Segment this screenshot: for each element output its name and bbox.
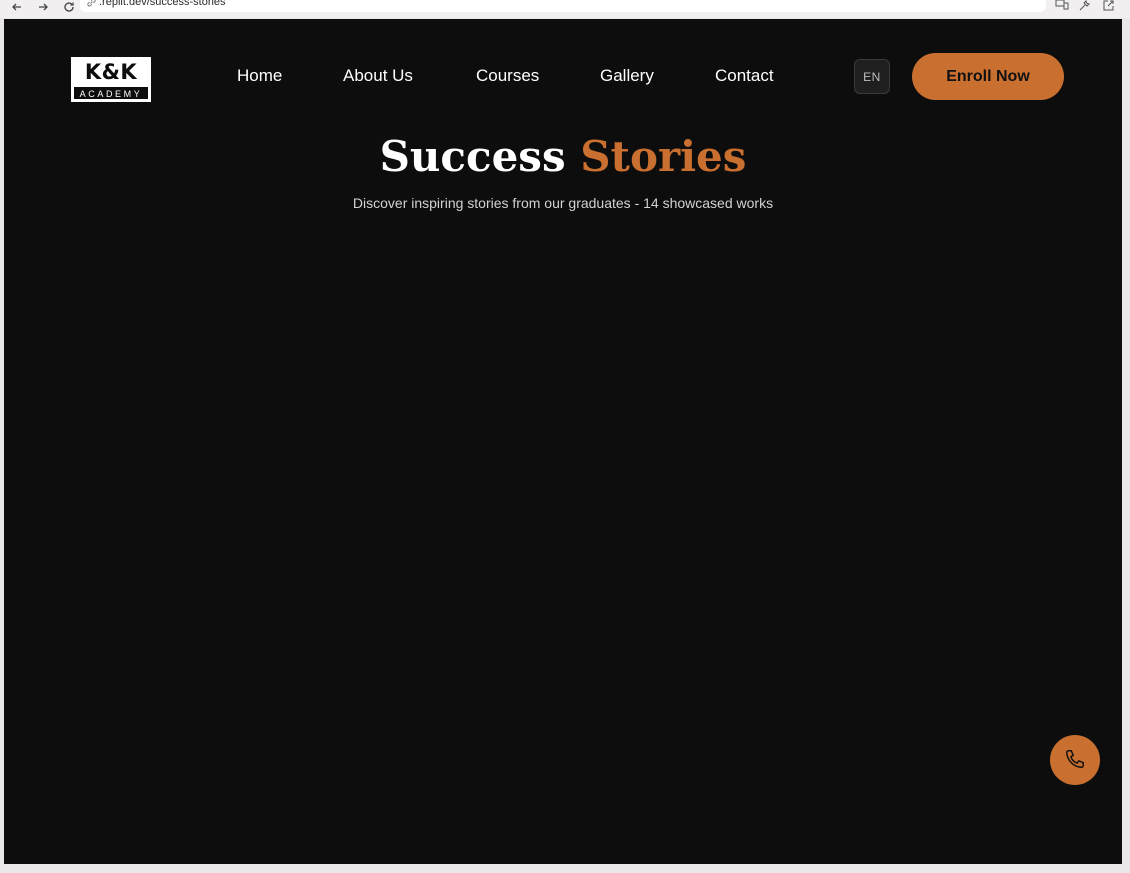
devices-icon[interactable]	[1054, 0, 1070, 13]
reload-icon[interactable]	[60, 0, 78, 16]
logo-subtitle: ACADEMY	[73, 86, 149, 100]
tools-icon[interactable]	[1076, 0, 1092, 13]
nav-courses[interactable]: Courses	[476, 66, 539, 86]
page-viewport: K&K ACADEMY Home About Us Courses Galler…	[4, 19, 1122, 864]
forward-icon[interactable]	[34, 0, 52, 16]
browser-toolbar: .replit.dev/success-stories	[0, 0, 1130, 18]
language-switcher[interactable]: EN	[854, 59, 890, 94]
title-word-1: Success	[379, 132, 566, 181]
open-external-icon[interactable]	[1100, 0, 1116, 13]
nav-gallery[interactable]: Gallery	[600, 66, 654, 86]
title-word-2: Stories	[580, 132, 747, 181]
logo-mark: K&K	[84, 60, 138, 84]
page-title: Success Stories	[4, 129, 1122, 185]
call-button[interactable]	[1050, 735, 1100, 785]
back-icon[interactable]	[8, 0, 26, 16]
link-icon	[86, 0, 97, 8]
page-subtitle: Discover inspiring stories from our grad…	[352, 195, 774, 211]
phone-icon	[1064, 748, 1086, 773]
url-text: .replit.dev/success-stories	[99, 0, 226, 8]
nav-contact[interactable]: Contact	[715, 66, 774, 86]
nav-about-us[interactable]: About Us	[343, 66, 413, 86]
enroll-now-button[interactable]: Enroll Now	[912, 53, 1064, 100]
nav-home[interactable]: Home	[237, 66, 282, 86]
address-bar[interactable]: .replit.dev/success-stories	[80, 0, 1046, 12]
academy-logo[interactable]: K&K ACADEMY	[71, 57, 151, 102]
